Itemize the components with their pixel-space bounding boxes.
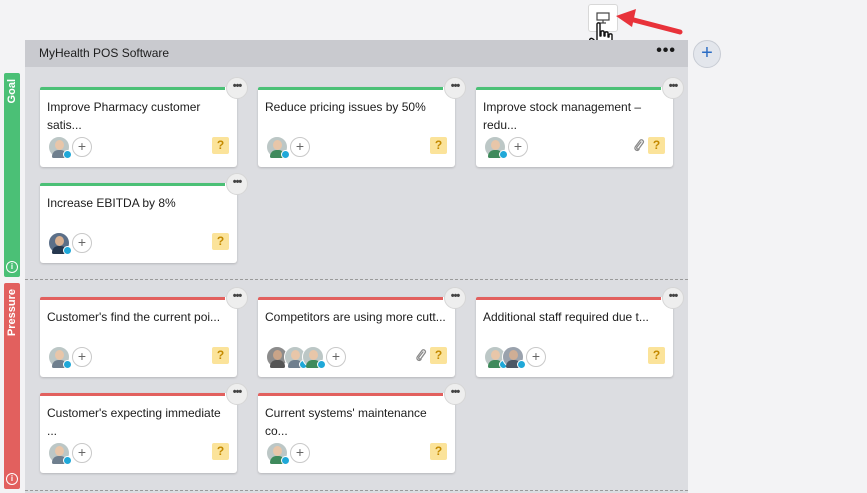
badge-icon (63, 360, 72, 369)
card-title: Customer's expecting immediate ... (47, 406, 221, 438)
add-person-button[interactable]: + (72, 443, 92, 463)
card-people: + (266, 346, 346, 369)
card-more-button[interactable]: ••• (444, 383, 466, 405)
card-more-button[interactable]: ••• (662, 287, 684, 309)
question-badge[interactable]: ? (648, 137, 665, 154)
card-more-button[interactable]: ••• (226, 77, 248, 99)
lane-label-pressure: Pressure i (4, 283, 20, 489)
card-more-button[interactable]: ••• (444, 287, 466, 309)
card-title: Improve stock management – redu... (483, 100, 642, 132)
card-people: + (266, 136, 310, 159)
info-icon[interactable]: i (6, 473, 18, 485)
card-more-button[interactable]: ••• (226, 173, 248, 195)
badge-icon (281, 150, 290, 159)
card-people: + (48, 346, 92, 369)
card[interactable]: Improve stock management – redu... ••• +… (476, 77, 684, 167)
question-badge[interactable]: ? (648, 347, 665, 364)
add-person-button[interactable]: + (72, 137, 92, 157)
card-title: Increase EBITDA by 8% (47, 196, 176, 210)
add-person-button[interactable]: + (290, 443, 310, 463)
question-badge[interactable]: ? (430, 443, 447, 460)
add-person-button[interactable]: + (72, 347, 92, 367)
avatar[interactable] (48, 232, 72, 255)
badge-icon (63, 246, 72, 255)
paperclip-icon[interactable] (415, 348, 427, 362)
board-menu-button[interactable]: ••• (656, 43, 676, 59)
card-title: Competitors are using more cutt... (265, 310, 446, 324)
lane-title: Goal (6, 79, 18, 104)
card-title: Improve Pharmacy customer satis... (47, 100, 201, 132)
card-color-bar (476, 297, 661, 300)
card[interactable]: Current systems' maintenance co... ••• +… (258, 383, 466, 473)
lane-divider (25, 490, 688, 491)
card[interactable]: Customer's expecting immediate ... ••• +… (40, 383, 248, 473)
card-color-bar (258, 87, 443, 90)
question-badge[interactable]: ? (212, 443, 229, 460)
avatar[interactable] (48, 346, 72, 369)
avatar[interactable] (302, 346, 326, 369)
card-people: + (484, 136, 528, 159)
add-person-button[interactable]: + (526, 347, 546, 367)
red-arrow-icon (616, 9, 683, 35)
lane-title: Pressure (6, 289, 18, 337)
card[interactable]: Reduce pricing issues by 50% ••• + ? (258, 77, 466, 167)
avatar[interactable] (502, 346, 526, 369)
avatar[interactable] (266, 136, 290, 159)
card-color-bar (476, 87, 661, 90)
board-title: MyHealth POS Software (39, 46, 170, 60)
card-people: + (48, 442, 92, 465)
card-color-bar (40, 393, 225, 396)
add-person-button[interactable]: + (290, 137, 310, 157)
card-more-button[interactable]: ••• (662, 77, 684, 99)
question-badge[interactable]: ? (212, 233, 229, 250)
question-badge[interactable]: ? (212, 137, 229, 154)
question-badge[interactable]: ? (430, 347, 447, 364)
avatar[interactable] (48, 136, 72, 159)
card-color-bar (258, 393, 443, 396)
card-color-bar (258, 297, 443, 300)
card-color-bar (40, 87, 225, 90)
board-header: MyHealth POS Software ••• (25, 40, 688, 67)
badge-icon (499, 150, 508, 159)
avatar[interactable] (48, 442, 72, 465)
card-people: + (48, 232, 92, 255)
question-badge[interactable]: ? (430, 137, 447, 154)
add-person-button[interactable]: + (508, 137, 528, 157)
badge-icon (317, 360, 326, 369)
badge-icon (517, 360, 526, 369)
card-people: + (484, 346, 546, 369)
badge-icon (63, 456, 72, 465)
lane-divider (25, 279, 688, 280)
card[interactable]: Competitors are using more cutt... ••• +… (258, 287, 466, 377)
card-title: Customer's find the current poi... (47, 310, 221, 324)
question-badge[interactable]: ? (212, 347, 229, 364)
card-more-button[interactable]: ••• (226, 287, 248, 309)
avatar[interactable] (266, 442, 290, 465)
card[interactable]: Improve Pharmacy customer satis... ••• +… (40, 77, 248, 167)
card[interactable]: Customer's find the current poi... ••• +… (40, 287, 248, 377)
card-title: Reduce pricing issues by 50% (265, 100, 426, 114)
avatar[interactable] (484, 136, 508, 159)
badge-icon (281, 456, 290, 465)
add-person-button[interactable]: + (72, 233, 92, 253)
card-people: + (266, 442, 310, 465)
paperclip-icon[interactable] (633, 138, 645, 152)
card[interactable]: Increase EBITDA by 8% ••• + ? (40, 173, 248, 263)
card[interactable]: Additional staff required due t... ••• +… (476, 287, 684, 377)
card-color-bar (40, 297, 225, 300)
card-people: + (48, 136, 92, 159)
card-more-button[interactable]: ••• (444, 77, 466, 99)
info-icon[interactable]: i (6, 261, 18, 273)
lane-label-goal: Goal i (4, 73, 20, 277)
card-title: Current systems' maintenance co... (265, 406, 427, 438)
card-color-bar (40, 183, 225, 186)
add-person-button[interactable]: + (326, 347, 346, 367)
card-title: Additional staff required due t... (483, 310, 649, 324)
badge-icon (63, 150, 72, 159)
card-more-button[interactable]: ••• (226, 383, 248, 405)
add-column-button[interactable]: + (693, 40, 721, 68)
